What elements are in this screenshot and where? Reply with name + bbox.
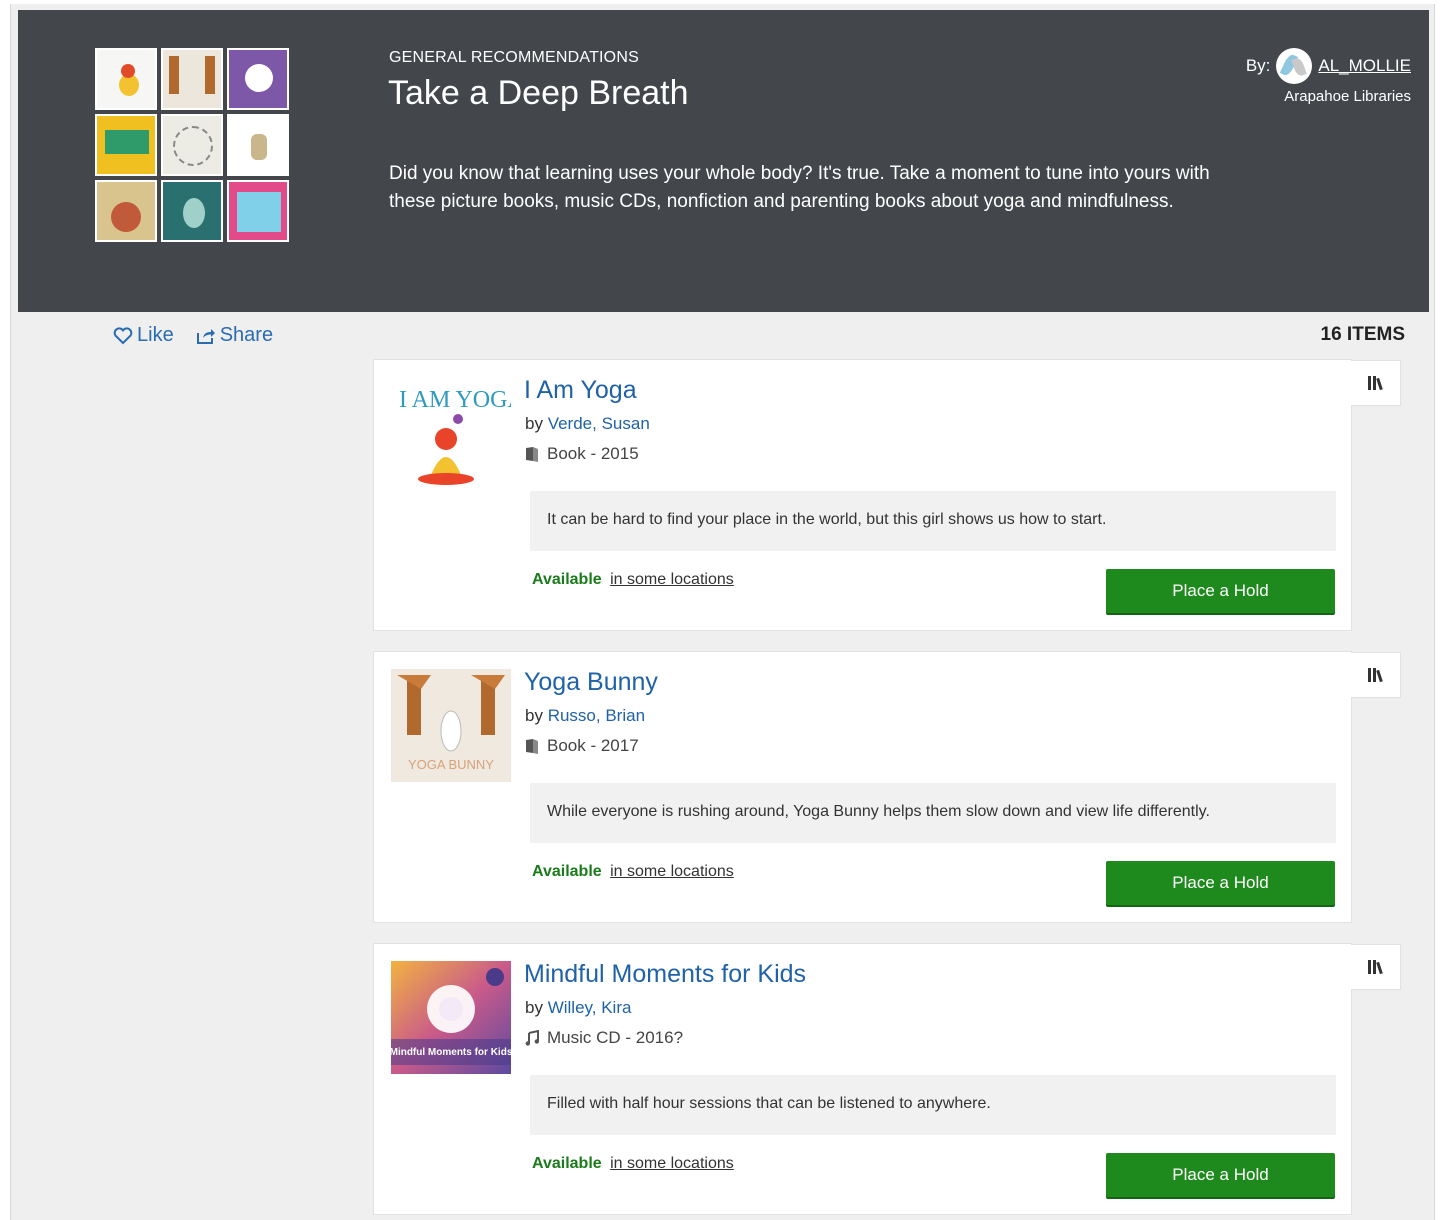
item-note: It can be hard to find your place in the… <box>530 491 1336 551</box>
collage-cover <box>161 48 223 110</box>
availability-status: Available <box>532 571 602 588</box>
availability: Available in some locations <box>532 863 734 881</box>
share-label: Share <box>219 324 274 346</box>
place-hold-button[interactable]: Place a Hold <box>1106 1153 1335 1197</box>
list-actions: Like Share <box>113 324 273 347</box>
collage-cover <box>161 114 223 176</box>
item-note: Filled with half hour sessions that can … <box>530 1075 1336 1135</box>
collage-cover <box>95 48 157 110</box>
collage-cover <box>95 180 157 242</box>
author-link[interactable]: AL_MOLLIE <box>1318 56 1411 76</box>
by-prefix: by <box>525 998 543 1017</box>
item-author: by Verde, Susan <box>525 414 650 434</box>
author-link[interactable]: Willey, Kira <box>548 998 632 1017</box>
cover-title-text: I AM YOGA <box>399 387 511 413</box>
share-button[interactable]: Share <box>196 324 273 347</box>
availability-status: Available <box>532 1155 602 1172</box>
place-hold-button[interactable]: Place a Hold <box>1106 861 1335 905</box>
item-title[interactable]: I Am Yoga <box>524 376 637 405</box>
availability: Available in some locations <box>532 571 734 589</box>
item-format: Book - 2015 <box>525 444 639 464</box>
cover-title-text: Mindful Moments for Kids <box>391 1047 511 1058</box>
library-name: Arapahoe Libraries <box>1284 88 1411 105</box>
heart-icon <box>113 326 133 345</box>
music-note-icon <box>525 1030 539 1046</box>
author-link[interactable]: Russo, Brian <box>548 706 645 725</box>
shelf-icon <box>1367 375 1385 391</box>
locations-link[interactable]: in some locations <box>610 1155 734 1172</box>
item-format: Book - 2017 <box>525 736 639 756</box>
cd-cover[interactable]: Mindful Moments for Kids <box>391 961 511 1074</box>
by-prefix: by <box>525 706 543 725</box>
collage-cover <box>227 180 289 242</box>
shelf-icon <box>1367 959 1385 975</box>
book-icon <box>525 446 539 462</box>
place-hold-button[interactable]: Place a Hold <box>1106 569 1335 613</box>
by-prefix: by <box>525 414 543 433</box>
item-author: by Russo, Brian <box>525 706 645 726</box>
availability-status: Available <box>532 863 602 880</box>
item-format: Music CD - 2016? <box>525 1028 683 1048</box>
list-item: Mindful Moments for Kids Mindful Moments… <box>373 943 1401 1215</box>
by-label: By: <box>1245 56 1271 75</box>
item-author: by Willey, Kira <box>525 998 631 1018</box>
list-byline: By: AL_MOLLIE Arapahoe Libraries <box>1246 48 1411 105</box>
avatar[interactable] <box>1276 48 1313 84</box>
cover-title-text: YOGA BUNNY <box>408 757 494 772</box>
locations-link[interactable]: in some locations <box>610 863 734 880</box>
shelf-tab[interactable] <box>1351 360 1401 406</box>
shelf-icon <box>1367 667 1385 683</box>
item-title[interactable]: Mindful Moments for Kids <box>524 960 806 989</box>
collage-cover <box>95 114 157 176</box>
like-label: Like <box>137 324 174 346</box>
shelf-tab[interactable] <box>1351 652 1401 698</box>
share-icon <box>196 327 216 345</box>
collage-cover <box>227 114 289 176</box>
book-cover[interactable]: YOGA BUNNY <box>391 669 511 782</box>
format-label: Book - 2017 <box>547 736 639 755</box>
page-title: Take a Deep Breath <box>388 74 689 112</box>
availability: Available in some locations <box>532 1155 734 1173</box>
book-cover[interactable]: I AM YOGA <box>391 377 511 490</box>
like-button[interactable]: Like <box>113 324 174 347</box>
format-label: Music CD - 2016? <box>547 1028 684 1047</box>
collage-cover <box>161 180 223 242</box>
item-note: While everyone is rushing around, Yoga B… <box>530 783 1336 843</box>
item-title[interactable]: Yoga Bunny <box>524 668 658 697</box>
item-count: 16 ITEMS <box>1320 324 1405 345</box>
book-icon <box>525 738 539 754</box>
shelf-tab[interactable] <box>1351 944 1401 990</box>
list-item: I AM YOGA I Am Yoga by Verde, Susan Book… <box>373 359 1401 631</box>
list-item: YOGA BUNNY Yoga Bunny by Russo, Brian Bo… <box>373 651 1401 923</box>
author-link[interactable]: Verde, Susan <box>548 414 650 433</box>
locations-link[interactable]: in some locations <box>610 571 734 588</box>
collage-cover <box>227 48 289 110</box>
cover-collage <box>95 48 295 243</box>
list-header: GENERAL RECOMMENDATIONS Take a Deep Brea… <box>18 10 1429 312</box>
list-type-label: GENERAL RECOMMENDATIONS <box>389 49 639 66</box>
format-label: Book - 2015 <box>547 444 639 463</box>
list-description: Did you know that learning uses your who… <box>389 163 1210 212</box>
